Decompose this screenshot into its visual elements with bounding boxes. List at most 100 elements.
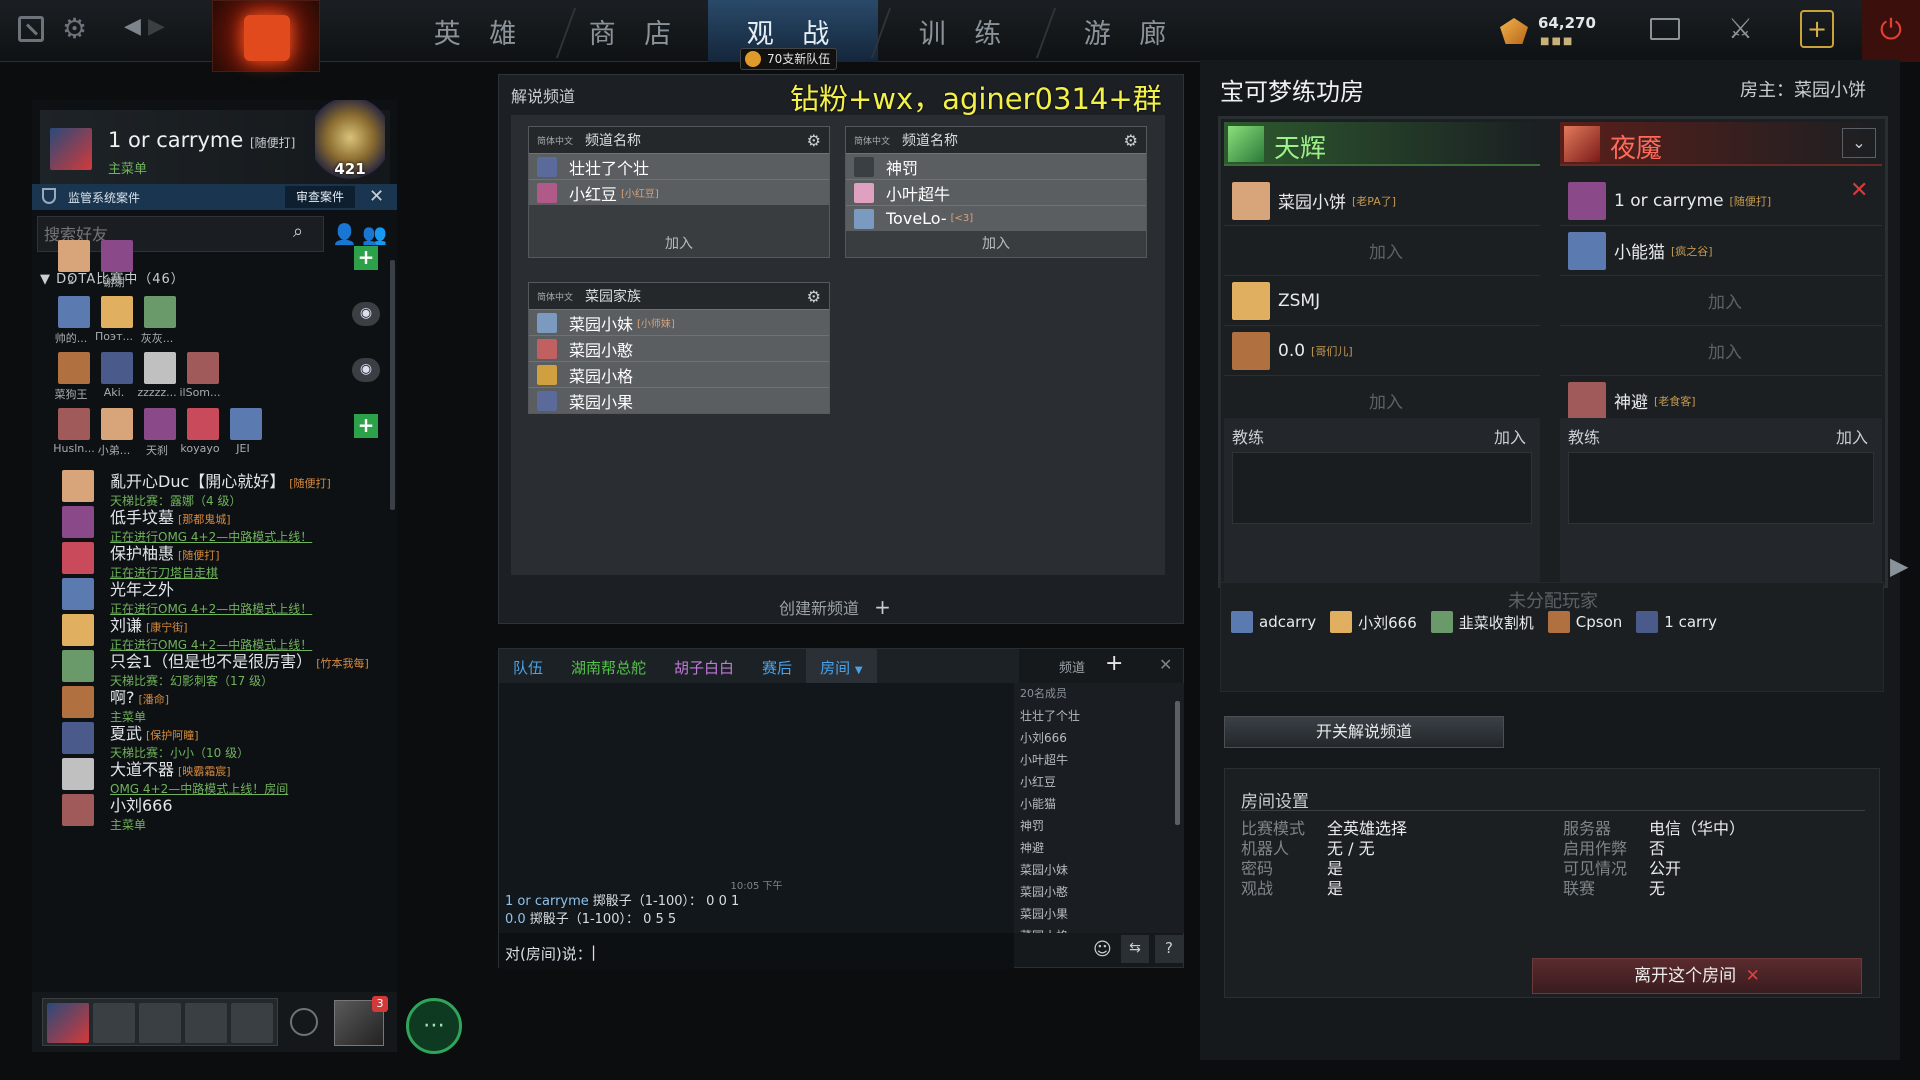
join-slot-button[interactable]: 加入 (1224, 226, 1540, 276)
chat-tab-friend[interactable]: 胡子白白 (660, 649, 748, 683)
avatar[interactable] (58, 408, 90, 440)
chat-tab-postgame[interactable]: 赛后 (748, 649, 806, 683)
member-item[interactable]: 小红豆 (1014, 771, 1184, 793)
avatar[interactable] (101, 296, 133, 328)
player-slot[interactable]: 1 or carryme [随便打] (1560, 176, 1882, 226)
scrollbar[interactable] (390, 260, 395, 510)
chat-tab-party[interactable]: 队伍 (499, 649, 557, 683)
gear-icon[interactable]: ⚙ (807, 131, 821, 150)
spectate-eye-icon[interactable]: ◉ (352, 358, 380, 382)
armory-icon[interactable]: ⚔ (1728, 12, 1753, 45)
emoji-icon[interactable]: ☺ (1093, 939, 1112, 960)
forward-arrow-icon[interactable]: ▶ (148, 14, 165, 39)
member-item[interactable]: 菜园小果 (1014, 903, 1184, 925)
channel-member-row[interactable]: ToveLo- [<3] (846, 205, 1146, 231)
avatar[interactable] (62, 650, 94, 682)
avatar[interactable] (187, 408, 219, 440)
rank-medal-icon[interactable]: 421 (315, 100, 385, 184)
avatar[interactable] (101, 408, 133, 440)
channel-member-row[interactable]: 菜园小憨 (529, 335, 829, 361)
avatar[interactable] (58, 240, 90, 272)
expand-right-icon[interactable]: ▶ (1890, 552, 1908, 580)
dire-coach-join[interactable]: 加入 (1836, 424, 1868, 448)
unassigned-player[interactable]: 1 carry (1636, 611, 1717, 633)
empty-party-slot[interactable] (231, 1003, 273, 1043)
dashboard-home-button[interactable] (212, 0, 320, 72)
back-arrow-icon[interactable]: ◀ (124, 14, 141, 39)
friend-list-item[interactable]: 夏武 [保护阿瞳] 天梯比赛：小小（10 级） (110, 720, 249, 761)
member-item[interactable]: 小刘666 (1014, 727, 1184, 749)
team-dropdown-button[interactable]: ⌄ (1842, 128, 1876, 158)
friend-list-item[interactable]: 啊? [潘命] 主菜单 (110, 684, 169, 725)
member-item[interactable]: 神罚 (1014, 815, 1184, 837)
avatar[interactable] (144, 408, 176, 440)
help-icon[interactable]: ? (1155, 935, 1183, 963)
player-slot[interactable]: 菜园小饼 [老PA了] (1224, 176, 1540, 226)
unassigned-player[interactable]: 小刘666 (1330, 611, 1417, 633)
avatar[interactable] (62, 470, 94, 502)
avatar[interactable] (187, 352, 219, 384)
player-slot[interactable]: 0.0 [哥们儿] (1224, 326, 1540, 376)
tab-heroes[interactable]: 英 雄 (390, 0, 570, 62)
channel-member-row[interactable]: 菜园小妹 [小师妹] (529, 309, 829, 335)
radiant-coach-slot[interactable] (1232, 452, 1532, 524)
member-item[interactable]: 菜园小憨 (1014, 881, 1184, 903)
add-friend-icon[interactable]: 👤 (332, 222, 357, 246)
chat-sender[interactable]: 0.0 (505, 912, 526, 927)
tab-arcade[interactable]: 游 廊 (1040, 0, 1220, 62)
channel-member-row[interactable]: 小叶超牛 (846, 179, 1146, 205)
avatar[interactable] (58, 352, 90, 384)
avatar[interactable] (62, 722, 94, 754)
empty-party-slot[interactable] (93, 1003, 135, 1043)
close-icon[interactable]: ✕ (369, 186, 384, 207)
unassigned-player[interactable]: adcarry (1231, 611, 1316, 633)
member-item[interactable]: 小叶超牛 (1014, 749, 1184, 771)
chat-tab-guild[interactable]: 湖南帮总舵 (557, 649, 660, 683)
member-item[interactable]: 菜园小妹 (1014, 859, 1184, 881)
avatar[interactable] (101, 352, 133, 384)
avatar[interactable] (62, 578, 94, 610)
spectate-eye-icon[interactable]: ◉ (352, 302, 380, 326)
gear-icon[interactable]: ⚙ (1124, 131, 1138, 150)
avatar[interactable] (62, 686, 94, 718)
friend-list-item[interactable]: 光年之外 正在进行OMG 4+2—中路模式上线！ (110, 576, 312, 617)
avatar[interactable] (62, 794, 94, 826)
power-icon[interactable]: ⏻ (1862, 0, 1920, 62)
player-slot[interactable]: ZSMJ (1224, 276, 1540, 326)
channel-join-button[interactable]: 加入 (846, 231, 1146, 257)
chat-options-icon[interactable]: ⇆ (1121, 935, 1149, 963)
dire-coach-slot[interactable] (1568, 452, 1874, 524)
battle-pass-icon[interactable]: + (1800, 10, 1834, 48)
channel-member-row[interactable]: 壮壮了个壮 (529, 153, 829, 179)
friend-list-item[interactable]: 大道不器 [映霸霜宸] OMG 4+2—中路模式上线！房间 (110, 756, 288, 797)
member-item[interactable]: 菜园小格 (1014, 925, 1184, 933)
toggle-broadcast-button[interactable]: 开关解说频道 (1224, 716, 1504, 748)
avatar[interactable] (144, 296, 176, 328)
channel-member-row[interactable]: 菜园小格 (529, 361, 829, 387)
friend-list-item[interactable]: 只会1（但是也不是很厉害） [竹本我每] 天梯比赛：幻影刺客（17 级） (110, 648, 369, 689)
avatar[interactable] (47, 1003, 89, 1043)
friend-list-item[interactable]: 刘谦 [康宁街] 正在进行OMG 4+2—中路模式上线！ (110, 612, 312, 653)
unassigned-player[interactable]: 韭菜收割机 (1430, 611, 1534, 633)
chat-sender[interactable]: 1 or carryme (505, 894, 589, 909)
empty-party-slot[interactable] (185, 1003, 227, 1043)
avatar[interactable] (62, 758, 94, 790)
channel-member-row[interactable]: 小红豆 [小红豆] (529, 179, 829, 205)
search-icon[interactable]: ⌕ (293, 221, 303, 242)
invite-to-party-icon[interactable]: + (354, 246, 378, 270)
avatar[interactable] (230, 408, 262, 440)
friends-list-icon[interactable]: 👥 (362, 222, 387, 246)
friend-list-item[interactable]: 低手坟墓 [那都鬼城] 正在进行OMG 4+2—中路模式上线！ (110, 504, 312, 545)
review-case-button[interactable]: 审查案件 (285, 186, 355, 208)
tab-learn[interactable]: 训 练 (875, 0, 1055, 62)
avatar[interactable] (62, 542, 94, 574)
avatar[interactable] (144, 352, 176, 384)
dota-logo-icon[interactable] (18, 16, 44, 42)
kick-player-icon[interactable]: ✕ (1850, 178, 1868, 203)
member-item[interactable]: 小能猫 (1014, 793, 1184, 815)
empty-party-slot[interactable] (139, 1003, 181, 1043)
leave-lobby-button[interactable]: 离开这个房间 ✕ (1532, 958, 1862, 994)
add-channel-icon[interactable]: + (1105, 651, 1123, 676)
invite-to-party-icon[interactable]: + (354, 414, 378, 438)
chat-tab-lobby[interactable]: 房间 ▼ (806, 649, 877, 683)
